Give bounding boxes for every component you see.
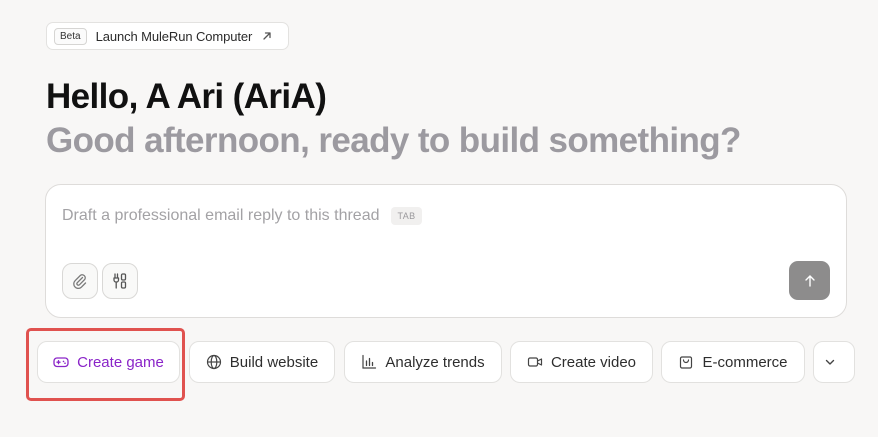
video-icon bbox=[527, 354, 551, 370]
prompt-composer: Draft a professional email reply to this… bbox=[45, 184, 847, 318]
build-website-chip[interactable]: Build website bbox=[189, 341, 335, 383]
prompt-placeholder: Draft a professional email reply to this… bbox=[62, 207, 380, 224]
create-game-chip[interactable]: Create game bbox=[37, 341, 180, 383]
bar-chart-icon bbox=[361, 354, 385, 370]
launch-computer-link[interactable]: Beta Launch MuleRun Computer bbox=[46, 22, 289, 50]
greeting-heading: Hello, A Ari (AriA) bbox=[46, 77, 327, 116]
paperclip-icon bbox=[72, 273, 88, 289]
send-button[interactable] bbox=[789, 261, 830, 300]
attach-file-button[interactable] bbox=[62, 263, 98, 299]
tab-hint-badge: TAB bbox=[391, 207, 422, 225]
globe-icon bbox=[206, 354, 230, 370]
prompt-input[interactable]: Draft a professional email reply to this… bbox=[62, 207, 422, 225]
chip-label: Build website bbox=[229, 353, 319, 371]
gamepad-icon bbox=[53, 354, 77, 370]
tools-icon bbox=[111, 272, 129, 290]
chip-label: Create game bbox=[77, 353, 164, 371]
arrow-up-icon bbox=[803, 274, 817, 288]
more-options-button[interactable] bbox=[813, 341, 855, 383]
analyze-trends-chip[interactable]: Analyze trends bbox=[344, 341, 502, 383]
greeting-subtitle: Good afternoon, ready to build something… bbox=[46, 121, 741, 160]
chip-label: E-commerce bbox=[702, 353, 788, 371]
beta-badge: Beta bbox=[54, 27, 87, 45]
shopping-bag-icon bbox=[678, 354, 702, 370]
chip-label: Analyze trends bbox=[385, 353, 485, 371]
tools-button[interactable] bbox=[102, 263, 138, 299]
create-video-chip[interactable]: Create video bbox=[510, 341, 653, 383]
launch-computer-label: Launch MuleRun Computer bbox=[95, 28, 253, 44]
e-commerce-chip[interactable]: E-commerce bbox=[661, 341, 805, 383]
arrow-up-right-icon bbox=[262, 31, 272, 41]
chevron-down-icon bbox=[824, 356, 844, 368]
chip-label: Create video bbox=[550, 353, 637, 371]
